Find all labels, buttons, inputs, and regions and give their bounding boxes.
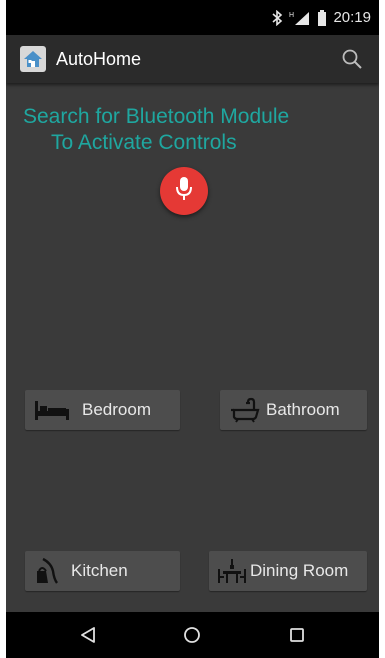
search-icon[interactable] [337, 44, 367, 74]
dining-table-icon [217, 557, 247, 585]
dining-room-button[interactable]: Dining Room [209, 551, 367, 591]
svg-text:H: H [289, 12, 294, 19]
app-screen: H 20:19 AutoHome Search for Bluetooth Mo… [6, 0, 379, 658]
kitchen-button[interactable]: Kitchen [25, 551, 180, 591]
kitchen-icon [35, 557, 61, 585]
home-circle-icon[interactable] [172, 615, 212, 655]
bedroom-button[interactable]: Bedroom [25, 390, 180, 430]
status-time: 20:19 [333, 9, 371, 26]
bluetooth-icon [271, 9, 283, 26]
status-bar: H 20:19 [6, 0, 379, 35]
microphone-icon [174, 175, 194, 208]
prompt-line-1: Search for Bluetooth Module [23, 105, 290, 128]
navigation-bar [6, 612, 379, 658]
dining-room-label: Dining Room [250, 561, 349, 580]
bedroom-label: Bedroom [82, 400, 151, 419]
app-title: AutoHome [56, 48, 142, 69]
bed-icon [34, 398, 70, 422]
home-icon [20, 46, 46, 72]
back-icon[interactable] [68, 615, 108, 655]
prompt-line-2: To Activate Controls [51, 131, 237, 154]
action-bar: AutoHome [6, 35, 379, 83]
bluetooth-prompt: Search for Bluetooth Module To Activate … [6, 104, 379, 156]
battery-icon [317, 9, 327, 26]
signal-icon: H [289, 10, 311, 26]
voice-command-button[interactable] [160, 167, 208, 215]
kitchen-label: Kitchen [71, 561, 128, 580]
bathroom-button[interactable]: Bathroom [220, 390, 367, 430]
bathroom-label: Bathroom [266, 400, 340, 419]
recents-icon[interactable] [277, 615, 317, 655]
bathtub-icon [228, 397, 260, 423]
